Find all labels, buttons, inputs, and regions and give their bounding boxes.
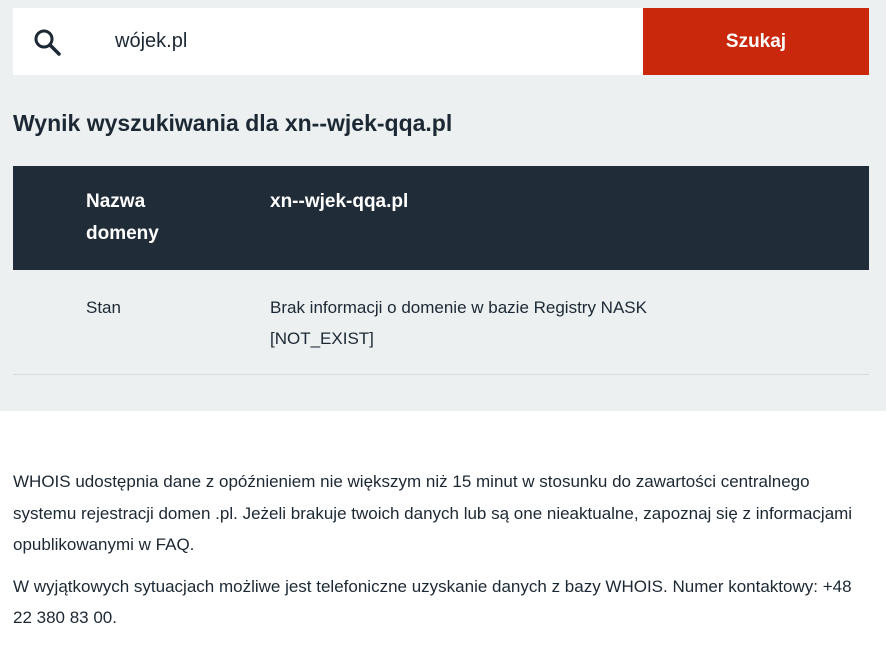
result-table: Nazwa domeny xn--wjek-qqa.pl Stan Brak i… [13, 166, 869, 375]
search-button[interactable]: Szukaj [643, 8, 869, 75]
table-header: Nazwa domeny xn--wjek-qqa.pl [13, 166, 869, 270]
info-section: WHOIS udostępnia dane z opóźnieniem nie … [13, 466, 873, 644]
info-paragraph: WHOIS udostępnia dane z opóźnieniem nie … [13, 472, 853, 554]
status-key: Stan [86, 298, 121, 317]
header-key: Nazwa domeny [86, 191, 159, 244]
status-value: Brak informacji o domenie w bazie Regist… [270, 298, 647, 348]
result-title: Wynik wyszukiwania dla xn--wjek-qqa.pl [13, 110, 453, 136]
search-section: Szukaj Wynik wyszukiwania dla xn--wjek-q… [0, 0, 886, 411]
search-icon [34, 29, 61, 56]
domain-name-value: xn--wjek-qqa.pl [270, 191, 409, 212]
info-paragraph: W wyjątkowych sytuacjach możliwe jest te… [13, 576, 852, 628]
table-row: Stan Brak informacji o domenie w bazie R… [13, 270, 869, 375]
search-input[interactable] [115, 21, 615, 61]
